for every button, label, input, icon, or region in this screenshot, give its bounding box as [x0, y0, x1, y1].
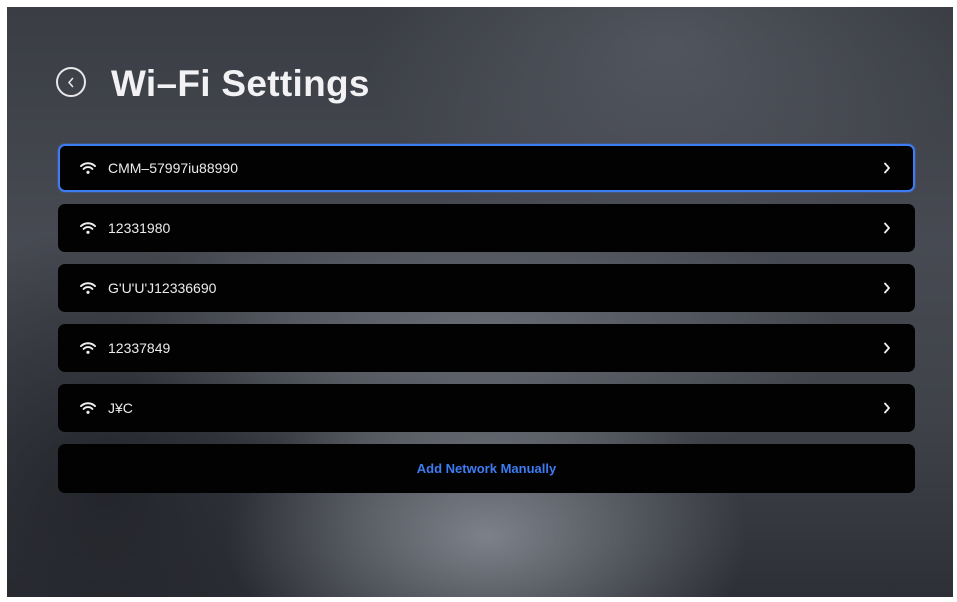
wifi-icon [80, 282, 96, 294]
network-name: G'U'U'J12336690 [108, 280, 217, 296]
network-item[interactable]: CMM–57997iu88990 [58, 144, 915, 192]
page-title: Wi–Fi Settings [111, 63, 370, 104]
network-name: 12331980 [108, 220, 171, 236]
chevron-right-icon [884, 402, 890, 414]
network-item[interactable]: 12337849 [58, 324, 915, 372]
chevron-right-icon [884, 222, 890, 234]
network-name: 12337849 [108, 340, 171, 356]
wifi-icon [80, 162, 96, 174]
network-name: CMM–57997iu88990 [108, 160, 238, 176]
network-item[interactable]: 12331980 [58, 204, 915, 252]
wifi-icon [80, 402, 96, 414]
chevron-left-icon [68, 77, 74, 87]
chevron-right-icon [884, 342, 890, 354]
network-item[interactable]: J¥C [58, 384, 915, 432]
add-network-manually-button[interactable]: Add Network Manually [58, 444, 915, 493]
network-list: CMM–57997iu88990 12331980 G'U'U'J1233669… [58, 144, 915, 493]
wifi-icon [80, 222, 96, 234]
back-button[interactable] [56, 67, 86, 97]
chevron-right-icon [884, 162, 890, 174]
network-item[interactable]: G'U'U'J12336690 [58, 264, 915, 312]
add-network-label: Add Network Manually [416, 461, 557, 476]
wifi-settings-screen: Wi–Fi Settings CMM–57997iu88990 12331980 [7, 7, 953, 597]
network-name: J¥C [108, 400, 133, 416]
chevron-right-icon [884, 282, 890, 294]
wifi-icon [80, 342, 96, 354]
